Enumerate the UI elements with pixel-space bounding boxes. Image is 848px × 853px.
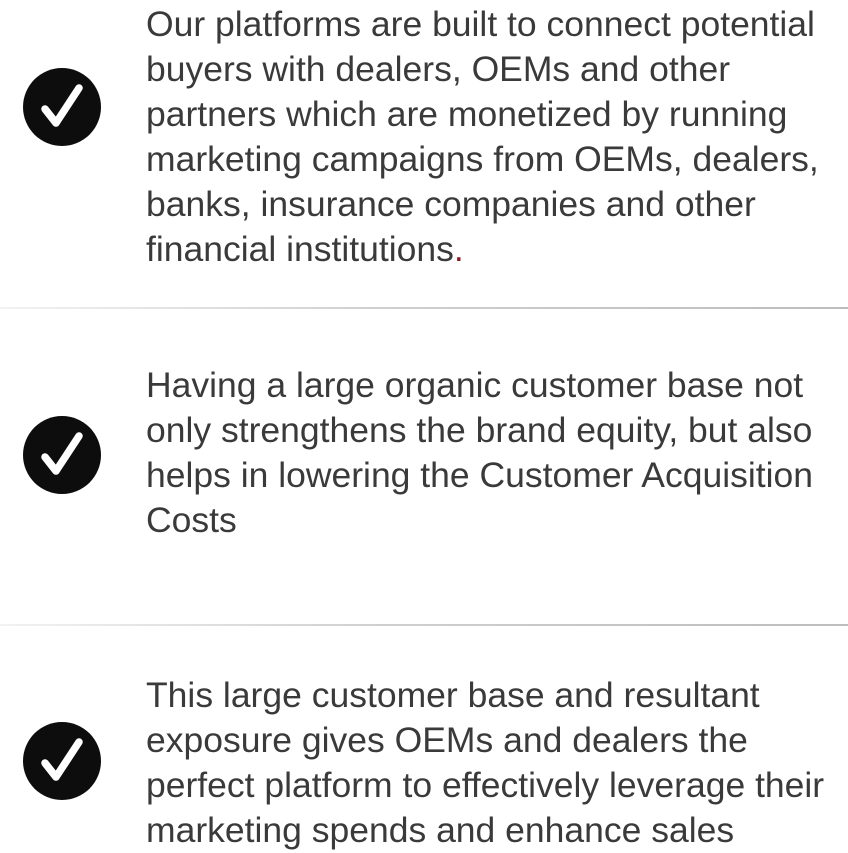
divider-1 [0, 307, 848, 309]
benefit-text-2: Having a large organic customer base not… [146, 363, 846, 543]
benefit-text-2-body: Having a large organic customer base not… [146, 365, 813, 540]
benefit-text-3: This large customer base and resultant e… [146, 673, 846, 853]
benefit-text-1: Our platforms are built to connect poten… [146, 2, 846, 272]
accent-period: . [453, 229, 464, 269]
check-circle-icon [23, 416, 101, 494]
check-circle-icon [23, 68, 101, 146]
page: { "items": [ { "text": "Our platforms ar… [0, 0, 848, 850]
divider-2 [0, 624, 848, 626]
benefit-text-3-body: This large customer base and resultant e… [146, 675, 825, 850]
check-circle-icon [23, 722, 101, 800]
benefit-text-1-body: Our platforms are built to connect poten… [146, 4, 819, 269]
